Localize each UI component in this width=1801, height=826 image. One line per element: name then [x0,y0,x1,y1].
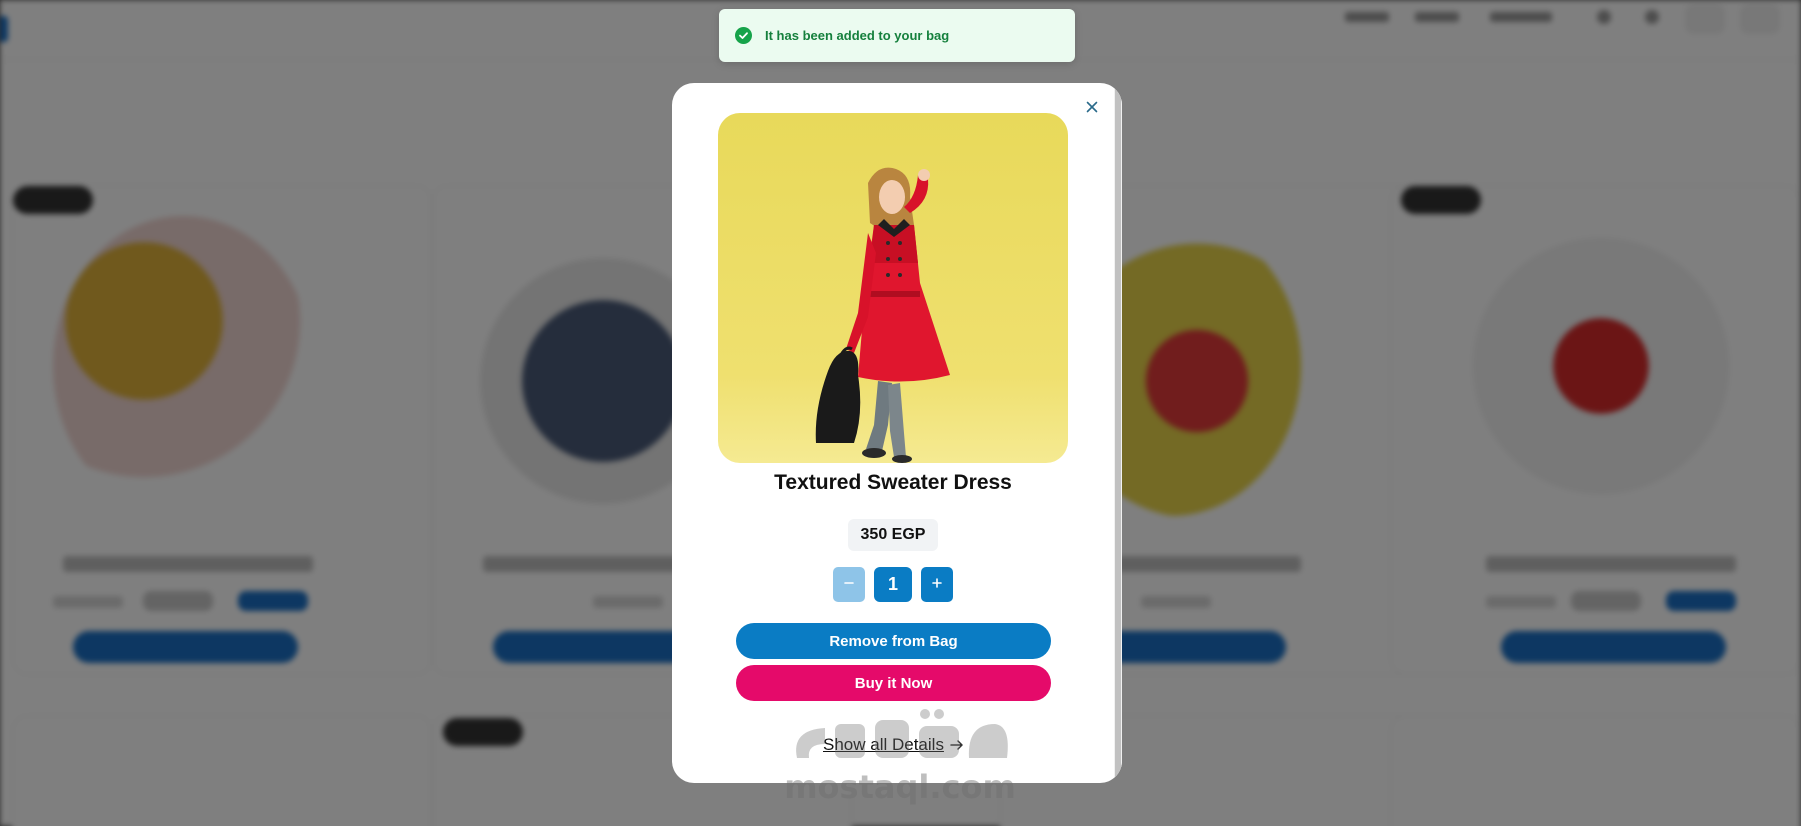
arrow-right-icon [950,739,964,751]
quantity-value[interactable]: 1 [874,567,912,602]
plus-icon [931,576,943,594]
remove-from-bag-button[interactable]: Remove from Bag [736,623,1051,659]
product-photo [718,113,1068,463]
decrease-quantity-button[interactable] [833,567,865,602]
close-button[interactable] [1080,97,1104,121]
buy-now-button[interactable]: Buy it Now [736,665,1051,701]
show-details-label: Show all Details [823,735,944,754]
added-to-bag-toast: It has been added to your bag [719,9,1075,62]
check-circle-icon [735,27,752,44]
toast-message: It has been added to your bag [765,28,950,43]
quick-view-modal: Textured Sweater Dress 350 EGP 1 Remove … [672,83,1122,783]
product-title: Textured Sweater Dress [774,471,1012,494]
close-icon [1086,100,1098,118]
minus-icon [843,576,855,594]
increase-quantity-button[interactable] [921,567,953,602]
product-price: 350 EGP [848,519,938,551]
modal-scrollbar[interactable] [1114,83,1122,783]
scrollbar-thumb[interactable] [1115,83,1121,783]
show-details-link[interactable]: Show all Details [823,735,964,755]
